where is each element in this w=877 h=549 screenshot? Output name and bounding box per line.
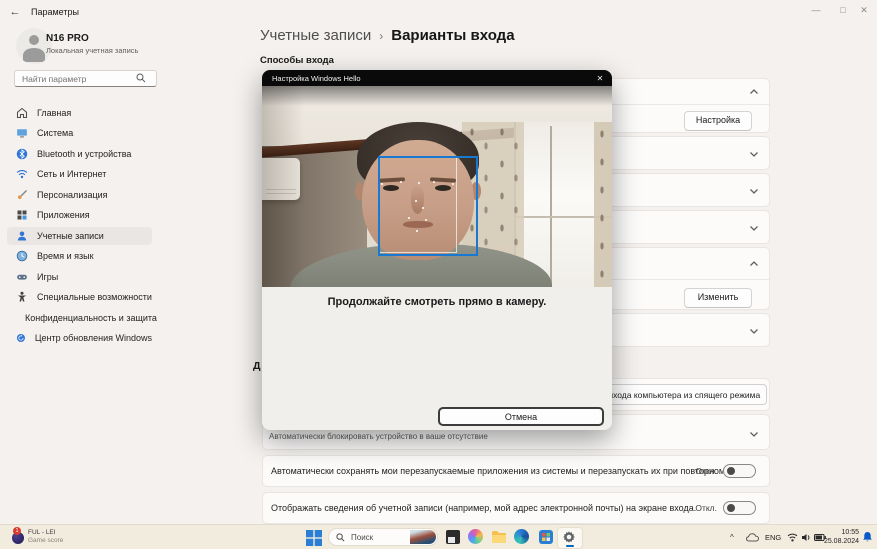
profile-account-type: Локальная учетная запись [46,46,138,55]
windows-hello-dialog: Настройка Windows Hello ✕ [262,70,612,430]
dialog-titlebar: Настройка Windows Hello ✕ [262,70,612,86]
page-title: Варианты входа [391,27,514,44]
tray-chevron-up-icon[interactable]: ^ [730,533,734,542]
section-label-sign-in-methods: Способы входа [260,55,334,66]
search-icon [336,533,345,542]
accounts-icon [16,230,28,242]
sidebar-item-label: Главная [37,108,71,118]
start-button[interactable] [306,530,322,546]
card-show-account-details: Отображать сведения об учетной записи (н… [262,492,770,524]
store-app-icon[interactable] [538,529,554,545]
change-button[interactable]: Изменить [684,288,752,308]
sidebar-item-accounts[interactable]: Учетные записи [7,227,152,245]
edge-icon[interactable] [514,529,530,545]
badge: 1 [13,527,21,535]
accessibility-icon [16,291,28,303]
toggle-state-label: Откл. [695,466,717,476]
breadcrumb-separator-icon: › [379,29,383,43]
tray-date: 25.08.2024 [824,537,859,546]
wifi-tray-icon[interactable] [787,533,798,542]
require-sign-in-dropdown[interactable]: ыхода компьютера из спящего режима [597,384,767,405]
tray-clock[interactable]: 10:55 25.08.2024 [824,528,859,546]
breadcrumb-parent[interactable]: Учетные записи [260,27,371,44]
video-vignette [262,86,612,287]
bluetooth-icon [16,148,28,160]
games-icon [16,271,28,283]
breadcrumb: Учетные записи › Варианты входа [260,27,515,44]
show-account-details-toggle[interactable] [723,501,756,515]
toggle-state-label: Откл. [695,503,717,513]
dropdown-value: ыхода компьютера из спящего режима [607,390,760,400]
sidebar-item-system[interactable]: Система [7,124,152,142]
taskbar-search-placeholder: Поиск [351,533,373,542]
sidebar-item-personalization[interactable]: Персонализация [7,186,152,204]
sidebar-item-apps[interactable]: Приложения [7,206,152,224]
taskbar: 1 FUL - LEI Game score Поиск ^ ENG 10:55… [0,524,877,549]
dynamic-lock-subtitle: Автоматически блокировать устройство в в… [269,432,488,441]
apps-icon [16,209,28,221]
windows-update-icon [16,332,26,344]
tray-time: 10:55 [824,528,859,537]
onedrive-cloud-icon[interactable] [746,532,759,542]
file-explorer-icon[interactable] [491,529,507,545]
speaker-icon[interactable] [801,533,811,542]
notification-bell-icon[interactable] [862,531,873,543]
game-widget-icon[interactable]: 1 [11,529,27,545]
avatar-person-icon [29,35,39,45]
time-language-icon [16,250,28,262]
system-icon [16,127,28,139]
chevron-down-icon[interactable] [748,428,760,440]
sidebar-item-games[interactable]: Игры [7,268,152,286]
card-restartable-apps: Автоматически сохранять мои перезапускае… [262,455,770,487]
back-icon[interactable]: ← [6,4,24,20]
maximize-button[interactable]: □ [833,2,853,18]
dialog-message: Продолжайте смотреть прямо в камеру. [262,296,612,308]
minimize-button[interactable]: — [806,2,826,18]
copilot-icon[interactable] [468,529,484,545]
taskbar-search-box[interactable]: Поиск [328,528,438,546]
webcam-preview [262,86,612,287]
app-title: Параметры [31,7,79,17]
profile-name: N16 PRO [46,33,89,44]
search-highlight-image [410,530,436,544]
sidebar-item-accessibility[interactable]: Специальные возможности [7,288,152,306]
dialog-title: Настройка Windows Hello [272,74,361,83]
cancel-button[interactable]: Отмена [438,407,604,426]
settings-taskbar-active[interactable] [557,527,583,549]
toggle-row-label: Автоматически сохранять мои перезапускае… [271,466,752,476]
chevron-down-icon[interactable] [748,185,760,197]
home-icon [16,107,28,119]
sidebar-item-home[interactable]: Главная [7,104,152,122]
language-indicator[interactable]: ENG [765,533,781,542]
chevron-up-icon[interactable] [748,258,760,270]
sidebar-item-network[interactable]: Сеть и Интернет [7,165,152,183]
sidebar-item-privacy[interactable]: Конфиденциальность и защита [7,309,152,327]
restartable-apps-toggle[interactable] [723,464,756,478]
active-app-indicator [566,545,574,547]
sidebar-item-windows-update[interactable]: Центр обновления Windows [7,329,152,347]
widget-line2: Game score [28,537,63,544]
chevron-down-icon[interactable] [748,222,760,234]
widget-line1[interactable]: FUL - LEI [28,529,56,536]
section-label-additional: Д [253,360,260,372]
sidebar-item-bluetooth[interactable]: Bluetooth и устройства [7,145,152,163]
gear-icon [562,530,576,544]
chevron-up-icon[interactable] [748,86,760,98]
sidebar-item-time-language[interactable]: Время и язык [7,247,152,265]
search-icon [136,73,146,83]
close-button[interactable]: ✕ [854,2,874,18]
dark-app-icon[interactable] [445,529,461,545]
setup-button[interactable]: Настройка [684,111,752,131]
toggle-row-label: Отображать сведения об учетной записи (н… [271,503,696,513]
wifi-icon [16,168,28,180]
chevron-down-icon[interactable] [748,325,760,337]
dialog-close-icon[interactable]: ✕ [594,73,606,84]
brush-icon [16,189,28,201]
chevron-down-icon[interactable] [748,148,760,160]
